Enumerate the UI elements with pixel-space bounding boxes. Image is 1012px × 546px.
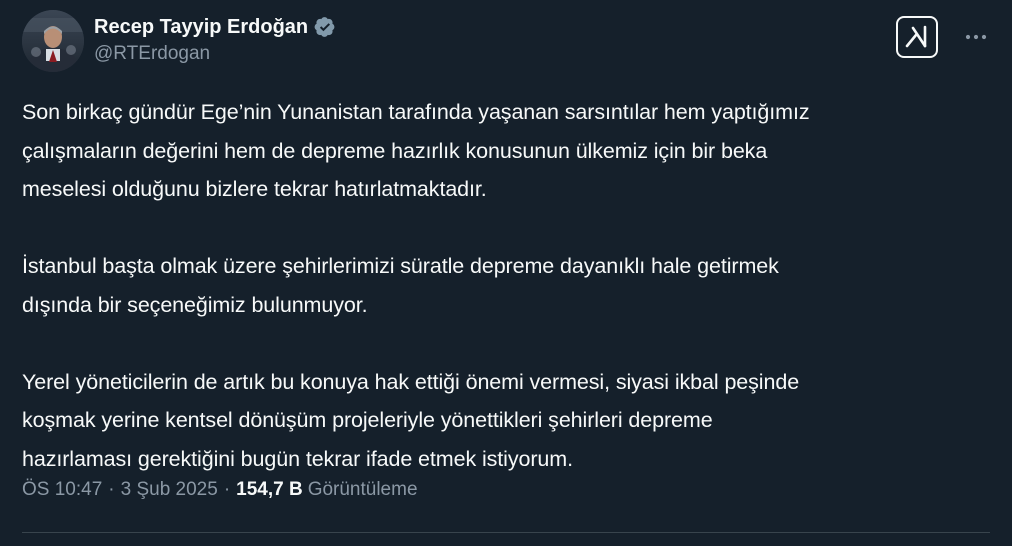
grok-button[interactable] bbox=[896, 16, 938, 58]
display-name-row: Recep Tayyip Erdoğan bbox=[94, 14, 336, 40]
tweet-date[interactable]: 3 Şub 2025 bbox=[121, 479, 218, 501]
more-icon bbox=[965, 34, 987, 40]
verified-badge-icon[interactable] bbox=[314, 16, 336, 38]
tweet-paragraph: Son birkaç gündür Ege’nin Yunanistan tar… bbox=[22, 100, 810, 201]
meta-separator: · bbox=[108, 479, 115, 500]
author-handle[interactable]: @RTErdogan bbox=[94, 43, 336, 65]
views-count[interactable]: 154,7 B bbox=[236, 479, 303, 501]
divider bbox=[22, 532, 990, 533]
author-names: Recep Tayyip Erdoğan @RTErdogan bbox=[94, 14, 336, 65]
grok-icon bbox=[905, 25, 927, 48]
tweet-text: Son birkaç gündür Ege’nin Yunanistan tar… bbox=[22, 93, 992, 478]
tweet-metadata: ÖS 10:47 · 3 Şub 2025 · 154,7 B Görüntül… bbox=[22, 479, 418, 501]
tweet-time[interactable]: ÖS 10:47 bbox=[22, 479, 102, 501]
more-options-button[interactable] bbox=[960, 22, 992, 52]
tweet-container: Recep Tayyip Erdoğan @RTErdogan Son birk… bbox=[0, 0, 1012, 546]
avatar[interactable] bbox=[22, 10, 84, 72]
meta-separator: · bbox=[223, 479, 231, 500]
tweet-paragraph: Yerel yöneticilerin de artık bu konuya h… bbox=[22, 369, 800, 471]
tweet-header: Recep Tayyip Erdoğan @RTErdogan bbox=[22, 10, 992, 80]
display-name[interactable]: Recep Tayyip Erdoğan bbox=[94, 16, 308, 39]
tweet-paragraph: İstanbul başta olmak üzere şehirlerimizi… bbox=[22, 254, 779, 317]
views-label: Görüntüleme bbox=[307, 479, 418, 500]
avatar-image bbox=[22, 10, 84, 72]
